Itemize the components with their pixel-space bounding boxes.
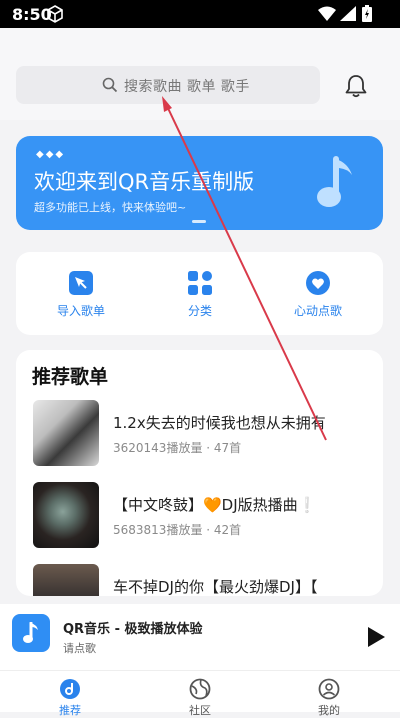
- import-playlist-label: 导入歌单: [56, 304, 105, 318]
- playlist-cover: [33, 400, 99, 466]
- search-icon: [102, 77, 118, 93]
- tab-community[interactable]: 社区: [170, 678, 230, 718]
- app-logo: [12, 614, 50, 652]
- tab-community-label: 社区: [189, 704, 211, 717]
- playlist-item[interactable]: 车不掉DJ的你【最火劲爆DJ】【: [33, 564, 373, 596]
- playlist-meta: 3620143播放量 · 47首: [113, 441, 242, 455]
- playlist-meta: 5683813播放量 · 42首: [113, 523, 242, 537]
- quick-actions: 导入歌单 分类 心动点歌: [16, 252, 383, 335]
- playlist-name: 1.2x失去的时候我也想从未拥有: [113, 414, 326, 432]
- profile-icon: [318, 678, 340, 700]
- heart-song-label: 心动点歌: [293, 304, 342, 318]
- playlist-cover: [33, 482, 99, 548]
- playlist-name: 【中文咚鼓】🧡DJ版热播曲❕: [113, 496, 317, 514]
- tab-recommend-label: 推荐: [59, 704, 81, 717]
- play-icon[interactable]: [366, 626, 386, 648]
- category-icon: [188, 271, 212, 295]
- playlist-item[interactable]: 1.2x失去的时候我也想从未拥有 3620143播放量 · 47首: [33, 400, 373, 468]
- category-label: 分类: [187, 304, 212, 318]
- welcome-banner[interactable]: ◆◆◆ 欢迎来到QR音乐重制版 超多功能已上线，快来体验吧~: [16, 136, 383, 230]
- banner-page-indicator: [192, 220, 206, 223]
- playlist-name: 车不掉DJ的你【最火劲爆DJ】【: [113, 578, 318, 596]
- music-note-icon: [23, 622, 38, 643]
- import-icon: [69, 271, 93, 295]
- cube-icon: [47, 5, 63, 23]
- player-subtitle: 请点歌: [63, 642, 96, 655]
- heart-song-icon: [306, 271, 330, 295]
- heart-song-button[interactable]: 心动点歌: [268, 270, 368, 319]
- tab-mine-label: 我的: [318, 704, 340, 717]
- banner-title: 欢迎来到QR音乐重制版: [34, 170, 255, 194]
- search-placeholder: 搜索歌曲 歌单 歌手: [124, 79, 250, 95]
- import-playlist-button[interactable]: 导入歌单: [31, 270, 131, 319]
- recommended-heading: 推荐歌单: [32, 366, 109, 388]
- disc-icon: [60, 679, 80, 699]
- wifi-icon: [318, 6, 336, 21]
- tab-recommend[interactable]: 推荐: [40, 678, 100, 718]
- status-bar: 8:50: [0, 0, 400, 28]
- banner-dots-decoration: ◆◆◆: [36, 149, 66, 160]
- bottom-tab-bar: 推荐 社区 我的: [0, 670, 400, 717]
- search-bar[interactable]: 搜索歌曲 歌单 歌手: [16, 66, 320, 104]
- recommended-section: 推荐歌单 1.2x失去的时候我也想从未拥有 3620143播放量 · 47首 【…: [16, 350, 383, 596]
- music-note-icon: [317, 156, 352, 207]
- globe-icon: [189, 678, 211, 700]
- top-bar: 搜索歌曲 歌单 歌手: [0, 28, 400, 120]
- playlist-item[interactable]: 【中文咚鼓】🧡DJ版热播曲❕ 5683813播放量 · 42首: [33, 482, 373, 550]
- tab-mine[interactable]: 我的: [299, 678, 359, 718]
- mini-player[interactable]: QR音乐 - 极致播放体验 请点歌: [0, 604, 400, 670]
- signal-icon: [340, 6, 356, 21]
- playlist-cover: [33, 564, 99, 596]
- banner-subtitle: 超多功能已上线，快来体验吧~: [34, 201, 187, 214]
- bell-icon[interactable]: [343, 73, 369, 99]
- category-button[interactable]: 分类: [150, 270, 250, 319]
- battery-icon: [362, 5, 372, 22]
- player-title: QR音乐 - 极致播放体验: [63, 622, 203, 637]
